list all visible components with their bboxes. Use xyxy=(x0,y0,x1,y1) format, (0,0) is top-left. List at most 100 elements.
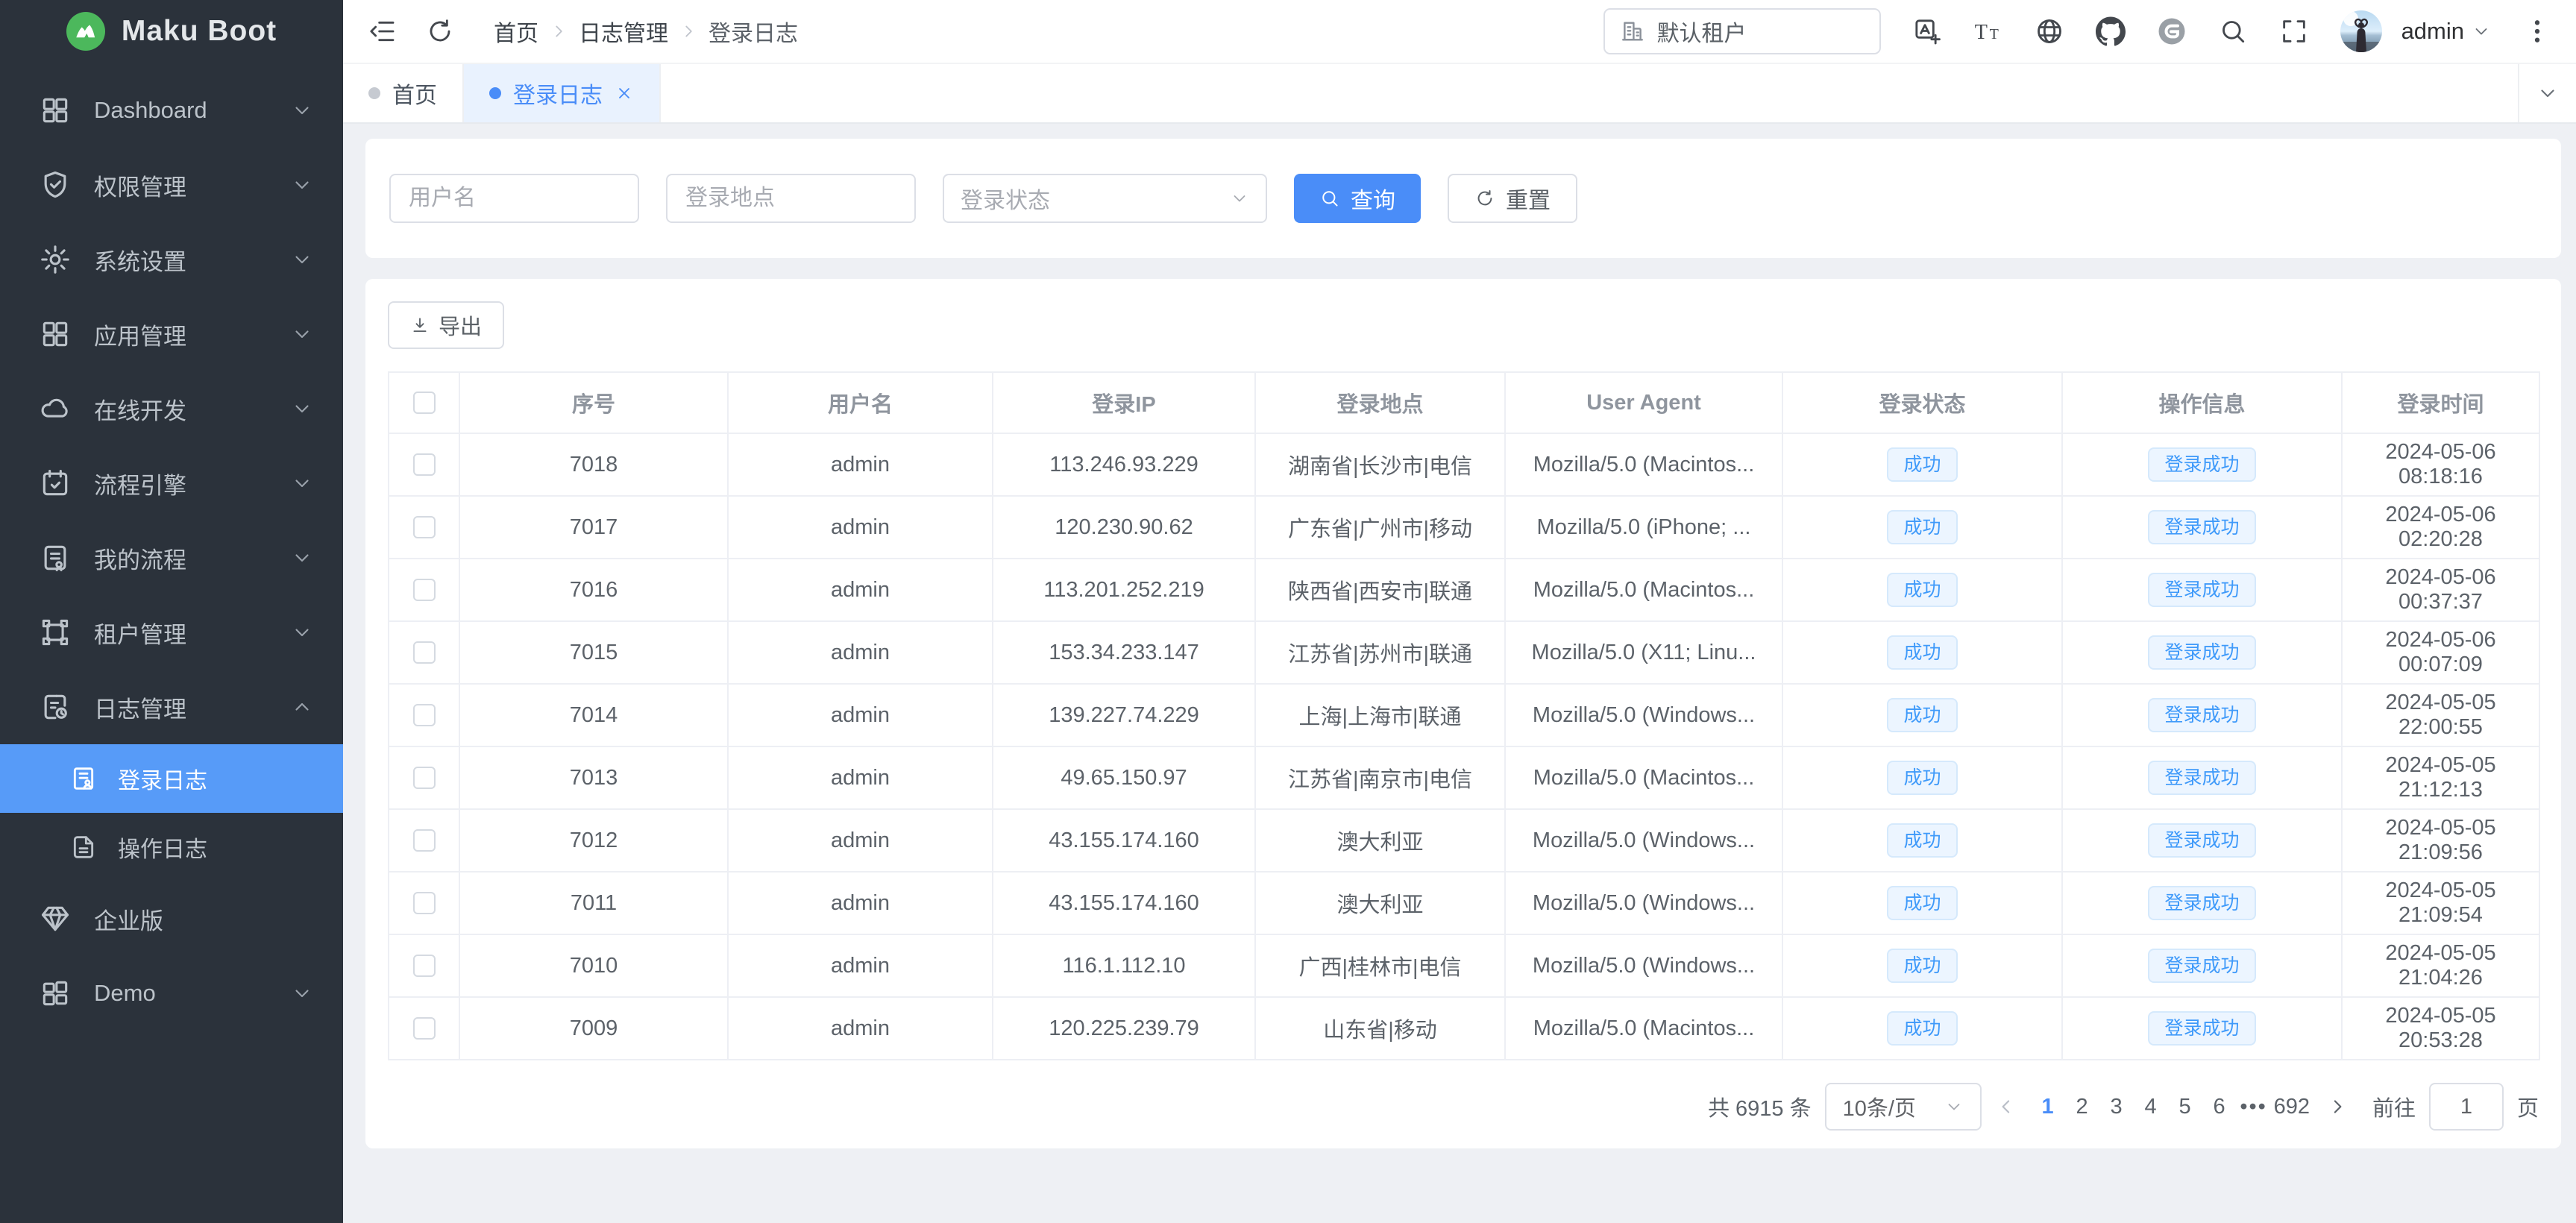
status-tag[interactable]: 成功 xyxy=(1887,447,1957,482)
sidebar-item[interactable]: Demo xyxy=(0,956,343,1031)
cell-time: 2024-05-06 02:20:28 xyxy=(2342,496,2539,559)
sidebar-item[interactable]: 登录日志 xyxy=(0,744,343,813)
table-row: 7017 admin 120.230.90.62 广东省|广州市|移动 Mozi… xyxy=(389,496,2539,559)
row-checkbox[interactable] xyxy=(413,1017,436,1040)
sidebar-item[interactable]: 权限管理 xyxy=(0,148,343,222)
table-header-row: 序号 用户名 登录IP 登录地点 User Agent 登录状态 操作信息 登录… xyxy=(389,372,2539,433)
operation-tag[interactable]: 登录成功 xyxy=(2148,949,2255,983)
font-size-icon[interactable]: TT xyxy=(1973,16,2003,46)
translate-icon[interactable] xyxy=(1912,16,1942,46)
status-select-placeholder: 登录状态 xyxy=(961,182,1050,215)
app-logo[interactable]: Maku Boot xyxy=(0,0,343,63)
sidebar-item-label: Dashboard xyxy=(94,97,291,124)
avatar[interactable] xyxy=(2340,10,2382,52)
sidebar-item[interactable]: 日志管理 xyxy=(0,670,343,744)
page-number[interactable]: 5 xyxy=(2168,1095,2202,1119)
operation-tag[interactable]: 登录成功 xyxy=(2148,698,2255,732)
reset-button[interactable]: 重置 xyxy=(1448,174,1577,223)
row-checkbox[interactable] xyxy=(413,829,436,852)
search-icon[interactable] xyxy=(2218,16,2248,46)
row-checkbox[interactable] xyxy=(413,641,436,664)
operation-tag[interactable]: 登录成功 xyxy=(2148,573,2255,607)
sidebar-item[interactable]: 企业版 xyxy=(0,881,343,956)
page-number[interactable]: 2 xyxy=(2065,1095,2099,1119)
row-checkbox[interactable] xyxy=(413,955,436,977)
chevron-down-icon xyxy=(291,397,313,420)
status-tag[interactable]: 成功 xyxy=(1887,698,1957,732)
location-input[interactable] xyxy=(666,174,916,223)
status-tag[interactable]: 成功 xyxy=(1887,510,1957,544)
operation-tag[interactable]: 登录成功 xyxy=(2148,886,2255,920)
cell-location: 广东省|广州市|移动 xyxy=(1255,496,1505,559)
row-checkbox[interactable] xyxy=(413,516,436,538)
refresh-icon[interactable] xyxy=(425,16,455,46)
status-tag[interactable]: 成功 xyxy=(1887,635,1957,670)
cell-time: 2024-05-06 08:18:16 xyxy=(2342,433,2539,496)
operation-tag[interactable]: 登录成功 xyxy=(2148,447,2255,482)
sidebar-item[interactable]: 操作日志 xyxy=(0,813,343,881)
kebab-menu-icon[interactable] xyxy=(2522,16,2552,46)
select-all-checkbox[interactable] xyxy=(413,392,436,414)
cell-id: 7009 xyxy=(459,997,728,1060)
status-tag[interactable]: 成功 xyxy=(1887,949,1957,983)
page-number[interactable]: 4 xyxy=(2134,1095,2168,1119)
row-checkbox[interactable] xyxy=(413,453,436,476)
next-page-icon[interactable] xyxy=(2326,1095,2349,1118)
search-button[interactable]: 查询 xyxy=(1294,174,1421,223)
page-number[interactable]: 6 xyxy=(2202,1095,2237,1119)
status-tag[interactable]: 成功 xyxy=(1887,823,1957,858)
page-number[interactable]: 1 xyxy=(2031,1095,2065,1119)
prev-page-icon[interactable] xyxy=(1995,1095,2017,1118)
sidebar-item[interactable]: 系统设置 xyxy=(0,222,343,297)
github-icon[interactable] xyxy=(2096,16,2126,46)
tenant-icon xyxy=(39,616,72,649)
tenant-select[interactable]: 默认租户 xyxy=(1603,8,1881,54)
tab[interactable]: 首页 xyxy=(343,64,464,122)
sidebar-item[interactable]: 流程引擎 xyxy=(0,446,343,521)
diamond-icon xyxy=(39,902,72,935)
sidebar-item[interactable]: 租户管理 xyxy=(0,595,343,670)
sidebar-item[interactable]: 我的流程 xyxy=(0,521,343,595)
chevron-right-icon xyxy=(549,22,568,41)
operation-tag[interactable]: 登录成功 xyxy=(2148,635,2255,670)
export-button[interactable]: 导出 xyxy=(388,301,504,349)
breadcrumb-log-manage[interactable]: 日志管理 xyxy=(579,15,668,48)
status-tag[interactable]: 成功 xyxy=(1887,761,1957,795)
row-checkbox[interactable] xyxy=(413,892,436,914)
tab-options-button[interactable] xyxy=(2518,64,2576,122)
page-number[interactable]: 3 xyxy=(2099,1095,2134,1119)
cell-location: 澳大利亚 xyxy=(1255,809,1505,872)
row-checkbox[interactable] xyxy=(413,767,436,789)
sidebar-item-label: 登录日志 xyxy=(118,762,313,795)
gitee-icon[interactable] xyxy=(2157,16,2187,46)
page-size-select[interactable]: 10条/页 xyxy=(1825,1083,1982,1131)
sidebar-item[interactable]: Dashboard xyxy=(0,73,343,148)
page-ellipsis: ••• xyxy=(2237,1095,2271,1119)
row-checkbox[interactable] xyxy=(413,704,436,726)
menu-fold-icon[interactable] xyxy=(367,16,397,46)
user-menu[interactable]: admin xyxy=(2401,18,2491,45)
cell-ip: 120.225.239.79 xyxy=(993,997,1255,1060)
fullscreen-icon[interactable] xyxy=(2279,16,2309,46)
operation-tag[interactable]: 登录成功 xyxy=(2148,1011,2255,1046)
sidebar-item[interactable]: 应用管理 xyxy=(0,297,343,371)
status-tag[interactable]: 成功 xyxy=(1887,886,1957,920)
page-number[interactable]: 692 xyxy=(2271,1095,2313,1119)
goto-page-input[interactable] xyxy=(2429,1083,2504,1131)
row-checkbox[interactable] xyxy=(413,579,436,601)
cell-id: 7018 xyxy=(459,433,728,496)
top-header: 首页 日志管理 登录日志 默认租户 TT admin xyxy=(343,0,2576,63)
operation-tag[interactable]: 登录成功 xyxy=(2148,510,2255,544)
cell-ip: 43.155.174.160 xyxy=(993,809,1255,872)
operation-tag[interactable]: 登录成功 xyxy=(2148,823,2255,858)
status-tag[interactable]: 成功 xyxy=(1887,573,1957,607)
tab[interactable]: 登录日志 xyxy=(464,64,661,122)
status-tag[interactable]: 成功 xyxy=(1887,1011,1957,1046)
status-select[interactable]: 登录状态 xyxy=(943,174,1267,223)
globe-icon[interactable] xyxy=(2035,16,2064,46)
close-icon[interactable] xyxy=(615,84,634,103)
breadcrumb-home[interactable]: 首页 xyxy=(494,15,538,48)
operation-tag[interactable]: 登录成功 xyxy=(2148,761,2255,795)
username-input[interactable] xyxy=(389,174,639,223)
sidebar-item[interactable]: 在线开发 xyxy=(0,371,343,446)
